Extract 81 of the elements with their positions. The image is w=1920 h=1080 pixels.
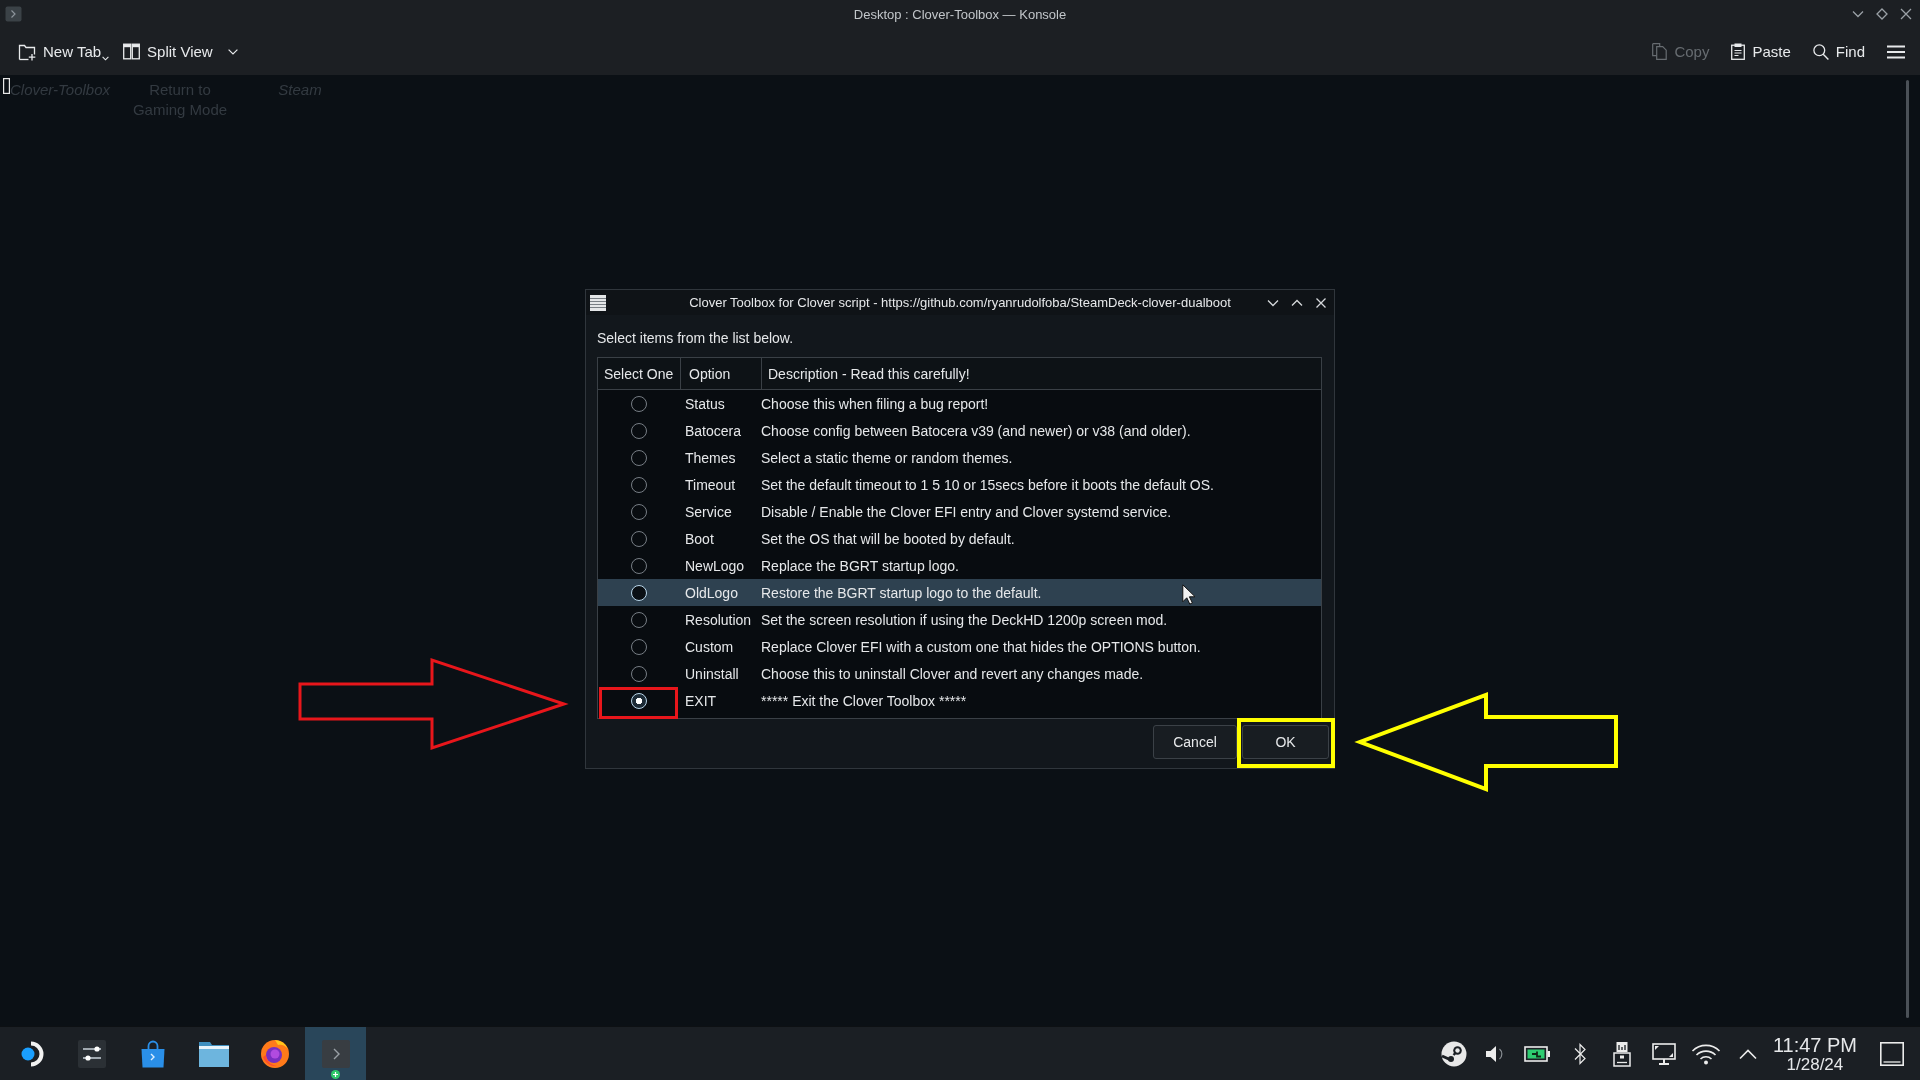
description-cell: Disable / Enable the Clover EFI entry and Clover systemd service. bbox=[760, 503, 1172, 520]
list-row[interactable]: Custom Replace Clover EFI with a custom one that hides the OPTIONS button. bbox=[598, 633, 1321, 660]
list-row[interactable]: Status Choose this when filing a bug report! bbox=[598, 390, 1321, 417]
monitor-icon[interactable] bbox=[1651, 1042, 1676, 1065]
option-cell-text: Batocera bbox=[684, 422, 742, 439]
caret-icon bbox=[102, 55, 110, 61]
new-tab-button[interactable]: New Tab bbox=[18, 38, 110, 65]
confirm-button[interactable]: OK bbox=[1242, 725, 1329, 759]
split-view-button[interactable]: Split View bbox=[123, 38, 238, 65]
paste-button[interactable]: Paste bbox=[1731, 38, 1791, 65]
wifi-icon[interactable] bbox=[1690, 1042, 1721, 1065]
option-cell-text: Themes bbox=[684, 449, 736, 466]
description-cell: Choose this to uninstall Clover and revert any changes made. bbox=[760, 665, 1144, 682]
option-cell-text: Resolution bbox=[684, 611, 752, 628]
list-row[interactable]: Resolution Set the screen resolution if using the DeckHD 1200p screen mod. bbox=[598, 606, 1321, 633]
list-row[interactable]: Themes Select a static theme or random themes. bbox=[598, 444, 1321, 471]
copy-icon bbox=[1652, 43, 1668, 60]
close-icon[interactable] bbox=[1900, 8, 1912, 20]
description-cell: Replace the BGRT startup logo. bbox=[760, 557, 959, 574]
split-view-icon bbox=[123, 43, 141, 60]
description-cell: Restore the BGRT startup logo to the default. bbox=[760, 584, 1042, 601]
list-row[interactable]: Uninstall Choose this to uninstall Clover and revert any changes made. bbox=[598, 660, 1321, 687]
list-row[interactable]: Boot Set the OS that will be booted by default. bbox=[598, 525, 1321, 552]
option-cell-text: Boot bbox=[684, 530, 714, 547]
option-cell-text: Service bbox=[684, 503, 732, 520]
option-cell-text: NewLogo bbox=[684, 557, 745, 574]
clock-time[interactable]: 11:47 PM bbox=[1772, 1033, 1857, 1056]
description-cell: ***** Exit the Clover Toolbox ***** bbox=[760, 692, 967, 709]
list-row[interactable]: NewLogo Replace the BGRT startup logo. bbox=[598, 552, 1321, 579]
flame-globe-icon bbox=[259, 1038, 290, 1069]
clock-date[interactable]: 1/28/24 bbox=[1786, 1055, 1844, 1074]
dialog-prompt: Select items from the list below. bbox=[596, 329, 795, 347]
description-cell: Choose this when filing a bug report! bbox=[760, 395, 989, 412]
column-header[interactable]: Description - Read this carefully! bbox=[761, 358, 1321, 389]
maximize-icon[interactable] bbox=[1876, 8, 1888, 20]
bluetooth-icon[interactable] bbox=[1572, 1041, 1587, 1066]
menu-icon[interactable] bbox=[1887, 44, 1905, 59]
option-cell-text: Custom bbox=[684, 638, 734, 655]
close-icon[interactable] bbox=[1315, 296, 1327, 309]
scrollbar[interactable] bbox=[1906, 80, 1909, 1018]
option-cell-text: Uninstall bbox=[684, 665, 739, 682]
option-cell-text: OldLogo bbox=[684, 584, 738, 601]
shopping-bag-icon bbox=[139, 1039, 166, 1068]
chevron-down-icon bbox=[227, 48, 238, 55]
usb-drive-icon[interactable] bbox=[1612, 1040, 1631, 1067]
list-row[interactable]: EXIT ***** Exit the Clover Toolbox ***** bbox=[598, 687, 1321, 714]
window-title: Desktop : Clover-Toolbox — Konsole bbox=[853, 6, 1067, 22]
list-row[interactable]: Batocera Choose config between Batocera v39 (and newer) or v38 (and older). bbox=[598, 417, 1321, 444]
block-cursor-icon bbox=[3, 78, 10, 94]
list-row[interactable]: Timeout Set the default timeout to 1 5 10 or 15secs before it boots the default OS. bbox=[598, 471, 1321, 498]
option-cell-text: Status bbox=[684, 395, 725, 412]
column-header[interactable]: Select One bbox=[598, 358, 680, 389]
clipboard-icon bbox=[1731, 43, 1746, 60]
chevron-up-icon[interactable] bbox=[1738, 1047, 1757, 1060]
minimize-icon[interactable] bbox=[1852, 8, 1864, 20]
option-cell-text: EXIT bbox=[684, 692, 717, 709]
option-cell-text: Timeout bbox=[684, 476, 736, 493]
show-desktop-icon[interactable] bbox=[1880, 1041, 1904, 1066]
new-tab-icon bbox=[18, 42, 36, 61]
list-window-icon bbox=[590, 294, 606, 311]
dismiss-button[interactable]: Cancel bbox=[1153, 725, 1237, 759]
description-cell: Choose config between Batocera v39 (and newer) or v38 (and older). bbox=[760, 422, 1191, 439]
dialog-title: Clover Toolbox for Clover script - https://github.com/ryanrudolfoba/SteamDeck-clover-dualboot bbox=[689, 295, 1231, 310]
sliders-icon bbox=[77, 1039, 106, 1068]
column-header[interactable]: Option bbox=[680, 358, 761, 389]
list-row[interactable]: OldLogo Restore the BGRT startup logo to the default. bbox=[598, 579, 1321, 606]
mouse-pointer-icon bbox=[1182, 584, 1195, 605]
round-logo-icon[interactable] bbox=[1440, 1040, 1467, 1067]
search-icon bbox=[1812, 43, 1829, 60]
folder-icon bbox=[198, 1040, 229, 1067]
description-cell: Set the default timeout to 1 5 10 or 15secs before it boots the default OS. bbox=[760, 476, 1214, 493]
list-row[interactable]: Service Disable / Enable the Clover EFI entry and Clover systemd service. bbox=[598, 498, 1321, 525]
description-cell: Set the OS that will be booted by default. bbox=[760, 530, 1015, 547]
battery-icon[interactable] bbox=[1524, 1045, 1552, 1062]
find-button[interactable]: Find bbox=[1812, 38, 1865, 65]
description-cell: Select a static theme or random themes. bbox=[760, 449, 1013, 466]
plus-dot-icon bbox=[331, 1070, 340, 1079]
description-cell: Replace Clover EFI with a custom one that hides the OPTIONS button. bbox=[760, 638, 1201, 655]
terminal-app-icon bbox=[5, 6, 22, 22]
description-cell: Set the screen resolution if using the DeckHD 1200p screen mod. bbox=[760, 611, 1168, 628]
terminal-icon bbox=[321, 1039, 350, 1068]
